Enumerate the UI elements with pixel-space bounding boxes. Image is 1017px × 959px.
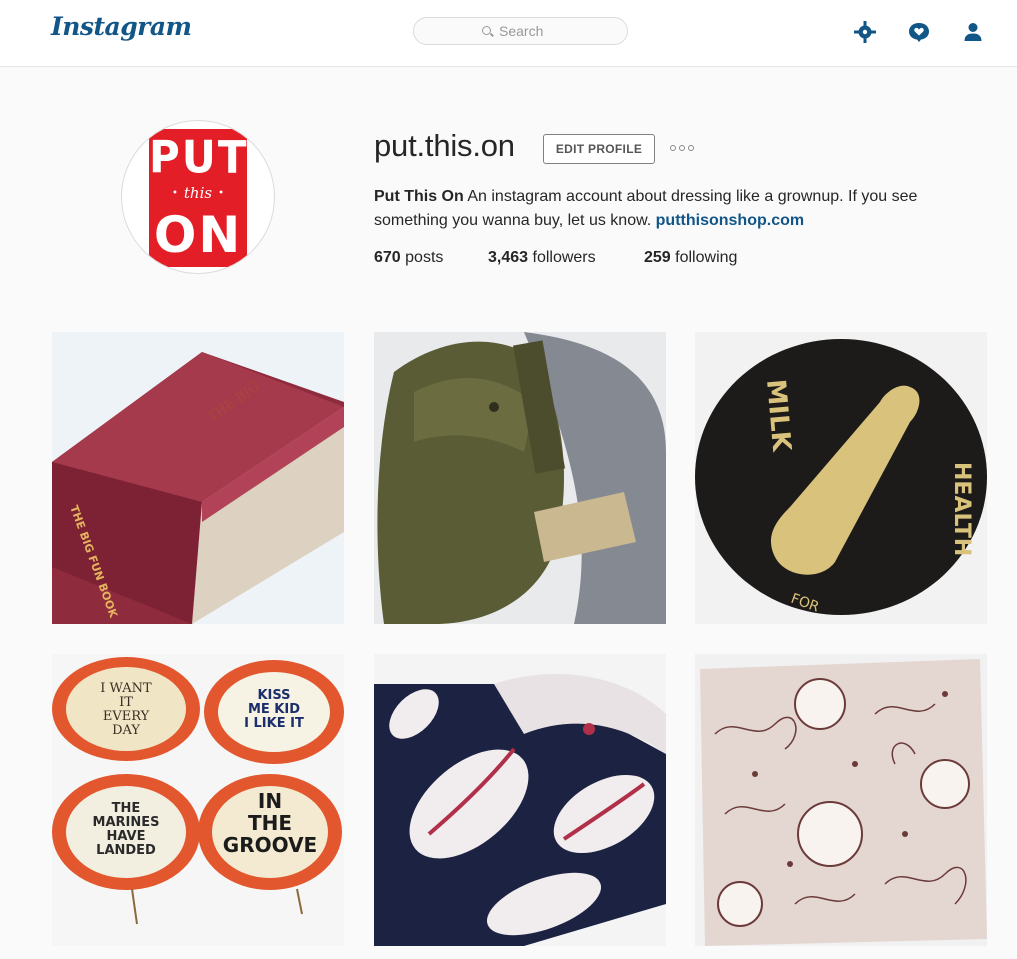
avatar-text-put: PUT — [149, 131, 249, 184]
profile-username: put.this.on — [374, 128, 515, 163]
top-navigation-bar: Instagram — [0, 0, 1017, 67]
profile-avatar[interactable]: PUT this ON — [121, 120, 275, 274]
green-bag-image — [374, 332, 666, 624]
post-thumbnail[interactable] — [695, 654, 987, 946]
profile-bio: Put This On An instagram account about d… — [374, 185, 974, 233]
avatar-text-on: ON — [153, 206, 243, 264]
activity-heart-icon[interactable] — [907, 20, 931, 44]
post-thumbnail[interactable] — [374, 654, 666, 946]
followers-count[interactable]: 3,463 followers — [488, 249, 644, 267]
following-count[interactable]: 259 following — [644, 249, 737, 267]
edit-profile-button[interactable]: EDIT PROFILE — [543, 134, 655, 164]
milk-pin-text-right: HEALTH — [949, 462, 974, 556]
search-input[interactable] — [499, 23, 559, 39]
avatar-logo: PUT this ON — [149, 129, 247, 267]
search-box[interactable] — [413, 17, 628, 45]
floral-fabric-image — [695, 654, 987, 946]
post-thumbnail[interactable]: MILK FOR HEALTH — [695, 332, 987, 624]
profile-website-link[interactable]: putthisonshop.com — [656, 212, 804, 229]
search-icon — [482, 25, 491, 35]
milk-pin-text-top: MILK — [760, 378, 796, 453]
red-book-image: THE BIG THE BIG FUN BOOK — [52, 332, 344, 624]
profile-stats: 670 posts 3,463 followers 259 following — [374, 249, 737, 267]
explore-icon[interactable] — [853, 20, 877, 44]
profile-full-name: Put This On — [374, 188, 464, 205]
instagram-logo[interactable]: Instagram — [51, 12, 192, 41]
post-thumbnail[interactable]: THE BIG THE BIG FUN BOOK — [52, 332, 344, 624]
post-thumbnail[interactable] — [374, 332, 666, 624]
avatar-text-this: this — [149, 184, 247, 202]
profile-icon[interactable] — [961, 20, 985, 44]
vintage-pins-image: I WANT IT EVERY DAY KISS ME KID I LIKE IT THE… — [52, 654, 344, 946]
milk-pin-image: MILK FOR HEALTH — [695, 332, 987, 624]
more-options-icon[interactable] — [670, 145, 694, 151]
posts-count: 670 posts — [374, 249, 444, 266]
navy-fabric-image — [374, 654, 666, 946]
post-thumbnail[interactable]: I WANT IT EVERY DAY KISS ME KID I LIKE IT THE… — [52, 654, 344, 946]
